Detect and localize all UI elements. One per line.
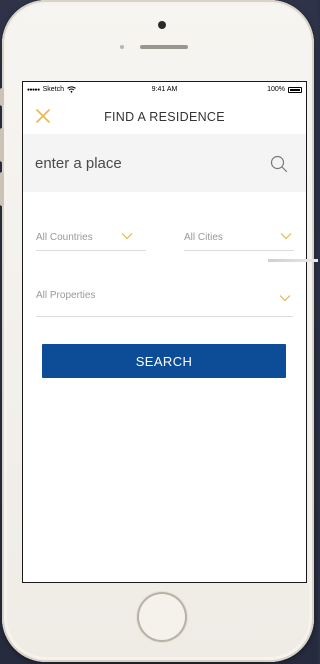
chevron-down-icon <box>121 233 133 240</box>
volume-up-button <box>0 128 4 162</box>
country-select[interactable]: All Countries <box>36 224 146 251</box>
battery-percent: 100% <box>267 86 285 93</box>
mute-switch <box>0 88 4 106</box>
battery-icon <box>288 86 302 93</box>
battery-fill <box>290 88 300 91</box>
status-bar: ●●●●● Sketch 9:41 AM 100% <box>23 82 306 98</box>
app-screen: ●●●●● Sketch 9:41 AM 100% FIND A RESIDEN… <box>22 81 307 583</box>
chevron-down-icon <box>279 295 291 302</box>
front-camera <box>158 21 166 29</box>
status-time: 9:41 AM <box>151 86 178 93</box>
search-button[interactable]: SEARCH <box>42 344 286 378</box>
chevron-down-icon <box>280 233 292 240</box>
property-select-label: All Properties <box>36 290 96 301</box>
phone-frame: ●●●●● Sketch 9:41 AM 100% FIND A RESIDEN… <box>0 0 314 662</box>
country-select-label: All Countries <box>36 232 93 243</box>
proximity-sensor <box>120 45 124 49</box>
city-select-label: All Cities <box>184 232 223 243</box>
volume-down-button <box>0 172 4 206</box>
side-overlay-line <box>268 259 318 262</box>
earpiece-speaker <box>140 45 188 49</box>
property-select[interactable]: All Properties <box>36 282 293 317</box>
home-button[interactable] <box>137 592 187 642</box>
device-stage: ●●●●● Sketch 9:41 AM 100% FIND A RESIDEN… <box>0 0 318 664</box>
search-icon[interactable] <box>270 155 288 173</box>
city-select[interactable]: All Cities <box>184 224 294 251</box>
page-title: FIND A RESIDENCE <box>104 110 225 124</box>
status-right: 100% <box>267 86 302 93</box>
place-search-input[interactable] <box>35 152 255 174</box>
navigation-bar: FIND A RESIDENCE <box>23 98 306 134</box>
close-icon[interactable] <box>35 108 51 124</box>
place-search-bar <box>23 134 306 192</box>
